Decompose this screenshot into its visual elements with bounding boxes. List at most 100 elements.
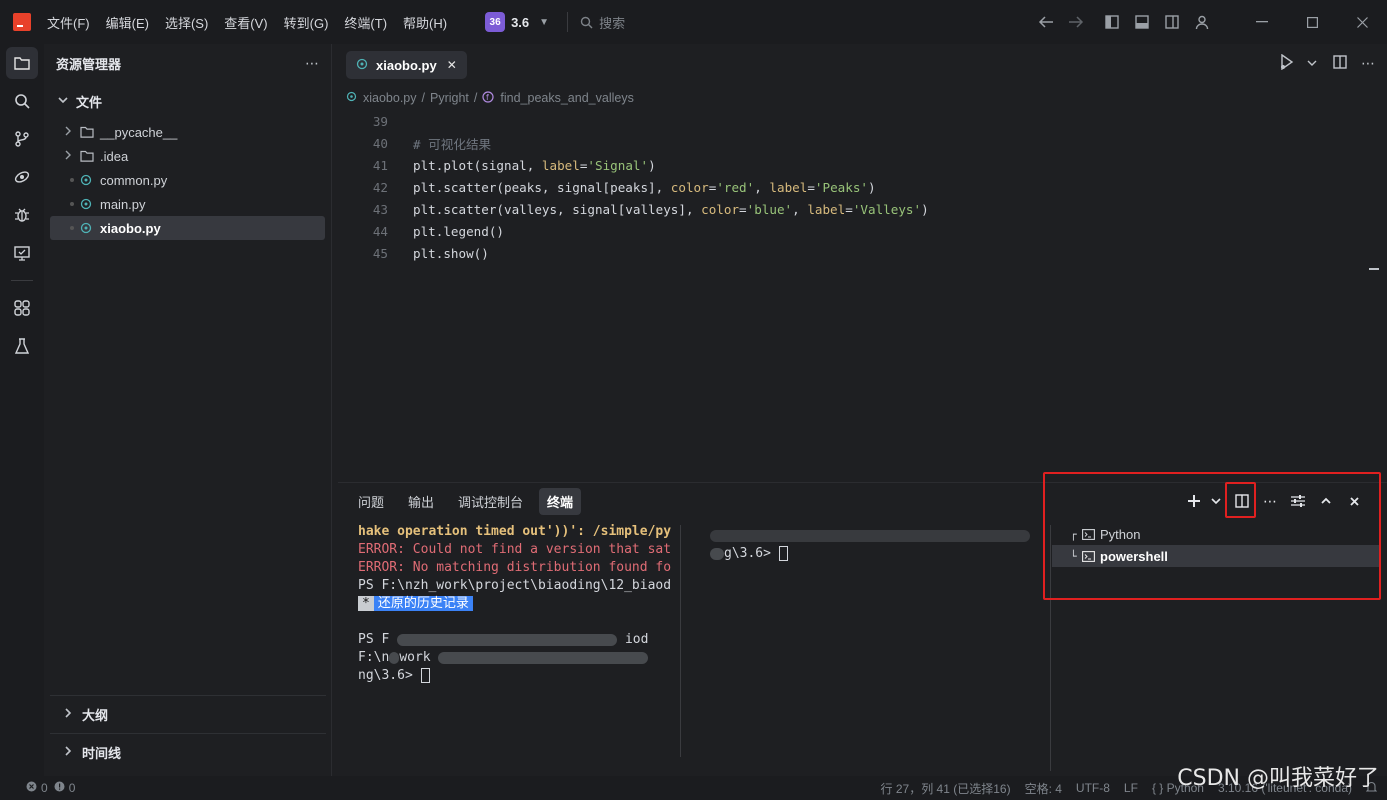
- indentation[interactable]: 空格: 4: [1025, 780, 1062, 797]
- function-icon: f: [482, 90, 494, 106]
- app-logo: [13, 13, 31, 31]
- terminal-left[interactable]: hake operation timed out'))': /simple/py…: [358, 523, 680, 763]
- timeline-section-header[interactable]: 时间线: [50, 733, 326, 771]
- cursor-position[interactable]: 行 27，列 41 (已选择16): [881, 780, 1011, 797]
- chevron-down-icon[interactable]: [1307, 56, 1317, 71]
- back-arrow-icon[interactable]: [1031, 7, 1061, 37]
- search-icon: [15, 94, 30, 109]
- end-of-line[interactable]: LF: [1124, 781, 1138, 795]
- activity-debug[interactable]: [0, 196, 44, 234]
- menu-terminal[interactable]: 终端(T): [344, 13, 387, 32]
- terminal-line: hake operation timed out'))': /simple/py: [358, 524, 672, 539]
- maximize-icon[interactable]: [1287, 0, 1337, 44]
- python-file-icon: [80, 198, 100, 210]
- menu-select[interactable]: 选择(S): [165, 13, 208, 32]
- menu-goto[interactable]: 转到(G): [284, 13, 329, 32]
- terminal-line: [710, 527, 1040, 545]
- breadcrumb-symbol[interactable]: find_peaks_and_valleys: [500, 91, 633, 105]
- tree-item-label: __pycache__: [100, 124, 178, 140]
- code-editor[interactable]: 39 40 # 可视化结果 41 plt.plot(signal, label='S…: [338, 110, 1387, 264]
- folder-icon: [80, 150, 100, 162]
- tab-problems[interactable]: 问题: [350, 488, 392, 515]
- tree-item-idea[interactable]: .idea: [50, 144, 325, 168]
- menu-view[interactable]: 查看(V): [224, 13, 267, 32]
- python-file-icon: [80, 222, 100, 234]
- terminal-line: g\3.6>: [710, 545, 1040, 563]
- tree-item-xiaobo-py[interactable]: xiaobo.py: [50, 216, 325, 240]
- project-badge: 36: [485, 12, 506, 32]
- tab-xiaobo-py[interactable]: xiaobo.py ✕: [346, 51, 467, 79]
- terminal-line: F:\n work: [358, 649, 680, 667]
- tree-item-label: .idea: [100, 148, 129, 164]
- code-text: # 可视化结果: [413, 136, 492, 152]
- divider: [567, 12, 569, 32]
- section-label: 文件: [76, 94, 103, 110]
- activity-bar: [0, 44, 44, 776]
- toggle-panel-icon[interactable]: [1127, 7, 1157, 37]
- encoding[interactable]: UTF-8: [1076, 781, 1110, 795]
- bug-icon: [15, 208, 29, 222]
- activity-divider: [11, 280, 33, 281]
- svg-text:f: f: [486, 93, 489, 102]
- outline-section-header[interactable]: 大纲: [50, 695, 326, 733]
- extensions-icon: [14, 300, 30, 316]
- breadcrumb-file[interactable]: xiaobo.py: [363, 91, 417, 105]
- chevron-right-icon: [64, 746, 80, 759]
- terminal-split-divider[interactable]: [680, 525, 681, 757]
- tree-item-common-py[interactable]: common.py: [50, 168, 325, 192]
- chevron-right-icon: [64, 708, 80, 721]
- python-file-icon: [80, 174, 100, 186]
- activity-explorer[interactable]: [0, 44, 44, 82]
- highlight-box: [1043, 472, 1381, 600]
- tab-terminal[interactable]: 终端: [539, 487, 582, 515]
- tree-item-main-py[interactable]: main.py: [50, 192, 325, 216]
- scrollbar-marker[interactable]: [1369, 268, 1379, 270]
- project-switcher[interactable]: 36 3.6 ▼: [485, 12, 549, 32]
- account-icon[interactable]: [1187, 7, 1217, 37]
- more-icon[interactable]: ⋯: [1361, 55, 1375, 72]
- toggle-secondary-sidebar-icon[interactable]: [1157, 7, 1187, 37]
- close-window-icon[interactable]: [1337, 0, 1387, 44]
- project-name: 3.6: [511, 14, 530, 30]
- search-placeholder: 搜索: [599, 15, 626, 31]
- timeline-label: 时间线: [82, 746, 122, 761]
- menu-edit[interactable]: 编辑(E): [106, 13, 149, 32]
- tree-item-label: common.py: [100, 172, 168, 188]
- menu-bar: 文件(F) 编辑(E) 选择(S) 查看(V) 转到(G) 终端(T) 帮助(H…: [47, 13, 463, 32]
- terminal-line: PS F:\nzh_work\project\biaoding\12_biaod: [358, 578, 672, 593]
- run-icon[interactable]: [1279, 53, 1297, 73]
- toggle-sidebar-icon[interactable]: [1097, 7, 1127, 37]
- files-section-header[interactable]: 文件: [44, 88, 331, 114]
- tab-label: xiaobo.py: [376, 57, 437, 73]
- close-tab-icon[interactable]: ✕: [447, 58, 457, 72]
- minimize-icon[interactable]: [1237, 0, 1287, 44]
- terminal-line: ERROR: No matching distribution found fo: [358, 560, 672, 575]
- activity-search[interactable]: [0, 82, 44, 120]
- monitor-icon: [14, 246, 30, 261]
- more-icon[interactable]: ⋯: [305, 55, 319, 72]
- menu-file[interactable]: 文件(F): [47, 13, 90, 32]
- terminal-right[interactable]: g\3.6>: [710, 527, 1040, 563]
- code-line: 43 plt.scatter(valleys, signal[valleys], …: [338, 198, 1387, 220]
- tab-debug-console[interactable]: 调试控制台: [450, 488, 531, 515]
- search-box[interactable]: 搜索: [580, 13, 625, 32]
- line-number: 45: [372, 245, 388, 261]
- forward-arrow-icon[interactable]: [1061, 7, 1091, 37]
- activity-source-control[interactable]: [0, 120, 44, 158]
- chevron-down-icon: ▼: [539, 16, 550, 28]
- menu-help[interactable]: 帮助(H): [403, 13, 447, 32]
- activity-remote[interactable]: [0, 158, 44, 196]
- tree-item-pycache[interactable]: __pycache__: [50, 120, 325, 144]
- activity-extensions[interactable]: [0, 289, 44, 327]
- chevron-down-icon: [58, 95, 74, 108]
- history-restored-banner: * 还原的历史记录: [358, 596, 473, 611]
- split-editor-icon[interactable]: [1333, 55, 1347, 72]
- activity-testing[interactable]: [0, 327, 44, 365]
- tab-output[interactable]: 输出: [400, 488, 442, 515]
- code-text: plt.show(): [413, 245, 489, 261]
- problems-indicator[interactable]: 0 0: [26, 781, 75, 795]
- files-icon: [6, 47, 38, 79]
- breadcrumb-server[interactable]: Pyright: [430, 91, 469, 105]
- activity-remote-explorer[interactable]: [0, 234, 44, 272]
- explorer-sidebar: 资源管理器 ⋯ 文件 __pycache__ .idea common.py m…: [44, 44, 332, 776]
